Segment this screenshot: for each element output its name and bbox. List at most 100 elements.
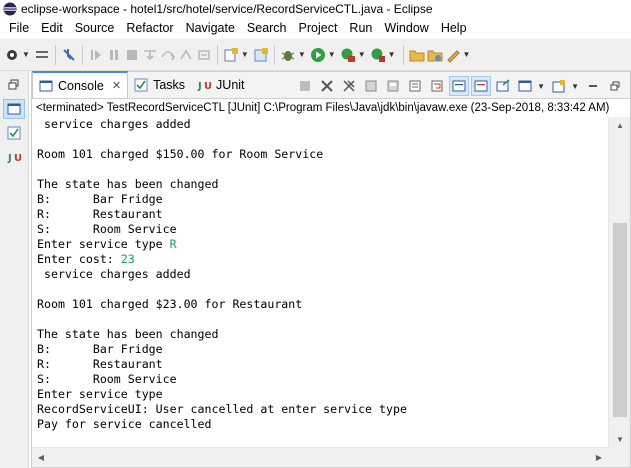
menu-search[interactable]: Search bbox=[241, 18, 293, 39]
debug-skip-icon[interactable] bbox=[61, 44, 77, 66]
console-line: Pay for service cancelled bbox=[37, 417, 212, 431]
toolbar-separator bbox=[54, 44, 56, 65]
run-icon[interactable] bbox=[310, 44, 326, 66]
console-line-text: Enter service type bbox=[37, 387, 163, 401]
save-output-icon[interactable] bbox=[383, 76, 403, 96]
console-line: S: Room Service bbox=[37, 222, 177, 236]
open-task-icon[interactable] bbox=[409, 44, 425, 66]
menu-window[interactable]: Window bbox=[378, 18, 434, 39]
window-title: eclipse-workspace - hotel1/src/hotel/ser… bbox=[21, 2, 433, 16]
junit-view-icon[interactable]: JU bbox=[3, 147, 25, 167]
show-on-stderr-icon[interactable] bbox=[471, 76, 492, 96]
console-text: service charges added Room 101 charged $… bbox=[32, 117, 608, 432]
console-line-text: service charges added bbox=[37, 117, 191, 131]
tab-tasks-label: Tasks bbox=[153, 78, 186, 92]
console-line-text: Room 101 charged $150.00 for Room Servic… bbox=[37, 147, 324, 161]
toolbar-separator bbox=[273, 44, 275, 65]
annotation-dropdown-icon[interactable]: ▼ bbox=[463, 50, 471, 59]
console-line: Room 101 charged $150.00 for Room Servic… bbox=[37, 147, 323, 161]
svg-text:U: U bbox=[204, 81, 211, 92]
show-on-stdout-icon[interactable] bbox=[449, 76, 470, 96]
clear-console-icon[interactable] bbox=[361, 76, 381, 96]
console-line-text: Pay for service cancelled bbox=[37, 417, 212, 431]
tab-console[interactable]: Console ✕ bbox=[32, 71, 129, 98]
horizontal-scrollbar[interactable]: ◀ ▶ bbox=[32, 447, 608, 467]
console-line-text: B: Bar Fridge bbox=[37, 342, 163, 356]
vertical-scrollbar[interactable]: ▲ ▼ bbox=[608, 117, 630, 447]
new-icon[interactable] bbox=[4, 44, 20, 66]
maximize-icon[interactable] bbox=[605, 76, 625, 96]
external-tools-icon[interactable] bbox=[370, 44, 386, 66]
open-type-icon[interactable] bbox=[427, 44, 443, 66]
remove-all-terminated-icon[interactable] bbox=[339, 76, 359, 96]
menu-project[interactable]: Project bbox=[293, 18, 344, 39]
svg-text:U: U bbox=[14, 153, 21, 164]
open-console-dropdown-icon[interactable]: ▼ bbox=[571, 82, 579, 91]
menu-help[interactable]: Help bbox=[435, 18, 473, 39]
step-return-icon[interactable] bbox=[178, 44, 194, 66]
drop-frame-icon[interactable] bbox=[196, 44, 212, 66]
scroll-down-icon[interactable]: ▼ bbox=[609, 431, 631, 447]
scroll-left-icon[interactable]: ◀ bbox=[32, 453, 50, 462]
console-launch-status: <terminated> TestRecordServiceCTL [JUnit… bbox=[36, 102, 610, 114]
menu-refactor[interactable]: Refactor bbox=[120, 18, 179, 39]
menu-edit[interactable]: Edit bbox=[35, 18, 69, 39]
open-console-icon[interactable] bbox=[549, 76, 569, 96]
new-type-dropdown-icon[interactable]: ▼ bbox=[241, 50, 249, 59]
suspend-icon[interactable] bbox=[106, 44, 122, 66]
step-over-icon[interactable] bbox=[160, 44, 176, 66]
scroll-thumb[interactable] bbox=[613, 223, 627, 417]
console-line-text: Enter service type bbox=[37, 237, 170, 251]
console-view-icon[interactable] bbox=[3, 99, 25, 119]
resume-icon[interactable] bbox=[88, 44, 104, 66]
console-line: Enter service type bbox=[37, 387, 163, 401]
console-user-input: 23 bbox=[120, 252, 135, 266]
console-line: R: Restaurant bbox=[37, 207, 163, 221]
menu-navigate[interactable]: Navigate bbox=[180, 18, 241, 39]
console-line-text: Enter cost: bbox=[37, 252, 121, 266]
pin-console-icon[interactable] bbox=[493, 76, 513, 96]
console-line: Room 101 charged $23.00 for Restaurant bbox=[37, 297, 302, 311]
display-console-dropdown-icon[interactable]: ▼ bbox=[537, 82, 545, 91]
console-line-text: R: Restaurant bbox=[37, 357, 163, 371]
annotation-icon[interactable] bbox=[445, 44, 461, 66]
menu-file[interactable]: File bbox=[3, 18, 35, 39]
coverage-icon[interactable] bbox=[340, 44, 356, 66]
coverage-dropdown-icon[interactable]: ▼ bbox=[358, 50, 366, 59]
console-line-text: Room 101 charged $23.00 for Restaurant bbox=[37, 297, 303, 311]
display-console-icon[interactable] bbox=[515, 76, 535, 96]
scroll-right-icon[interactable]: ▶ bbox=[590, 453, 608, 462]
new-dropdown-icon[interactable]: ▼ bbox=[22, 50, 30, 59]
scroll-lock-icon[interactable] bbox=[405, 76, 425, 96]
toolbar-separator bbox=[81, 44, 83, 65]
step-into-icon[interactable] bbox=[142, 44, 158, 66]
new-type-icon[interactable] bbox=[223, 44, 239, 66]
left-trim-bar: JU bbox=[0, 71, 29, 468]
console-line: service charges added bbox=[37, 117, 191, 131]
console-line: RecordServiceUI: User cancelled at enter… bbox=[37, 402, 407, 416]
tasks-icon bbox=[134, 78, 148, 92]
debug-dropdown-icon[interactable]: ▼ bbox=[298, 50, 306, 59]
menu-source[interactable]: Source bbox=[69, 18, 121, 39]
remove-launch-icon[interactable] bbox=[317, 76, 337, 96]
external-tools-dropdown-icon[interactable]: ▼ bbox=[388, 50, 396, 59]
terminate-icon[interactable] bbox=[124, 44, 140, 66]
new-class-icon[interactable] bbox=[253, 44, 269, 66]
tab-tasks[interactable]: Tasks bbox=[128, 72, 191, 98]
close-icon[interactable]: ✕ bbox=[112, 79, 121, 92]
console-output[interactable]: service charges added Room 101 charged $… bbox=[32, 117, 608, 447]
main-toolbar: ▼ ▼ ▼ ▼ ▼ ▼ ▼ bbox=[0, 39, 631, 71]
terminate-icon[interactable] bbox=[295, 76, 315, 96]
word-wrap-icon[interactable] bbox=[427, 76, 447, 96]
scroll-up-icon[interactable]: ▲ bbox=[609, 117, 631, 133]
save-icon[interactable] bbox=[34, 44, 50, 66]
run-dropdown-icon[interactable]: ▼ bbox=[328, 50, 336, 59]
menu-run[interactable]: Run bbox=[343, 18, 378, 39]
restore-icon[interactable] bbox=[3, 75, 25, 95]
tab-junit[interactable]: JU JUnit bbox=[191, 72, 250, 98]
debug-icon[interactable] bbox=[280, 44, 296, 66]
console-line: R: Restaurant bbox=[37, 357, 163, 371]
minimize-icon[interactable] bbox=[583, 76, 603, 96]
console-line-text: S: Room Service bbox=[37, 372, 177, 386]
tasks-view-icon[interactable] bbox=[3, 123, 25, 143]
